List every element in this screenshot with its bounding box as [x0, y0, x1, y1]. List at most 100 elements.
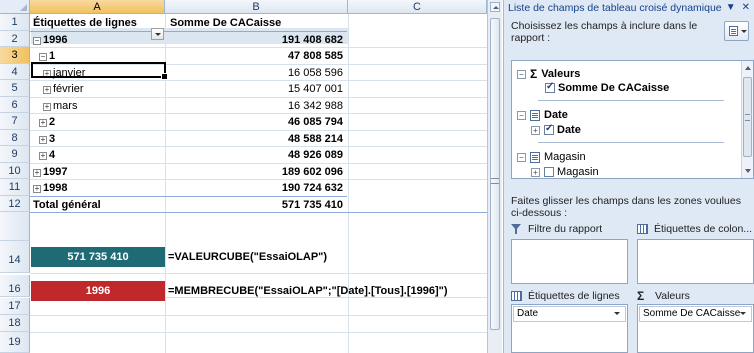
columns-zone-label: Étiquettes de colon...	[637, 223, 752, 235]
value-cell[interactable]: 191 408 682	[166, 32, 347, 49]
column-header-c[interactable]: C	[348, 0, 487, 14]
date-checkbox[interactable]	[544, 123, 554, 135]
values-header[interactable]: Somme De CACaisse	[166, 15, 347, 32]
expand-icon[interactable]: +	[531, 167, 540, 177]
sheet-vertical-scrollbar[interactable]	[487, 0, 502, 353]
pivot-row-label[interactable]: +4	[33, 147, 164, 164]
row-label-text: 2	[49, 116, 56, 128]
value-cell[interactable]: 189 602 096	[166, 164, 347, 181]
expand-icon[interactable]: +	[39, 119, 47, 127]
values-group[interactable]: − Σ Valeurs	[517, 67, 580, 81]
pivot-row-label[interactable]: +2	[33, 114, 164, 131]
spreadsheet[interactable]: A B C 1 Étiquettes de lignes Somme De CACa…	[0, 0, 487, 353]
field-list-scrollbar[interactable]	[741, 61, 753, 178]
chevron-down-icon[interactable]	[614, 312, 620, 315]
collapse-icon[interactable]: −	[517, 110, 526, 120]
value-cell[interactable]: 571 735 410	[166, 197, 347, 214]
column-labels-icon	[637, 224, 648, 234]
pane-splitter[interactable]	[504, 182, 754, 191]
expand-icon[interactable]: +	[43, 86, 51, 94]
row-header[interactable]: 1	[0, 14, 30, 31]
magasin-field-label: Magasin	[557, 166, 599, 178]
value-cell[interactable]: 48 588 214	[166, 131, 347, 148]
row-label-text: 1997	[43, 165, 68, 178]
layout-options-button[interactable]	[724, 21, 749, 41]
grip-icon	[491, 178, 499, 184]
pivot-row-label[interactable]: Étiquettes de lignes	[33, 15, 164, 32]
expand-icon[interactable]: +	[33, 168, 41, 177]
row-label-text: mars	[53, 99, 78, 112]
collapse-icon[interactable]: −	[517, 69, 526, 79]
row-header[interactable]: 9	[0, 146, 30, 163]
magasin-checkbox[interactable]	[544, 167, 554, 177]
somme-checkbox[interactable]	[545, 81, 555, 93]
pivot-row-label[interactable]: −1996	[33, 32, 164, 49]
cube-value-formula[interactable]: =VALEURCUBE("EssaiOLAP")	[168, 251, 327, 263]
row-labels-icon	[511, 291, 522, 301]
row-header[interactable]: 10	[0, 162, 30, 179]
magasin-group[interactable]: − Magasin	[517, 151, 586, 163]
row-header[interactable]: 18	[0, 315, 30, 332]
row-labels-filter-button[interactable]	[151, 28, 164, 40]
filter-drop-zone[interactable]	[511, 239, 628, 284]
value-cell[interactable]: 190 724 632	[166, 180, 347, 197]
row-header[interactable]: 2	[0, 30, 30, 47]
close-icon[interactable]: ✕	[742, 2, 750, 13]
pivot-row-label[interactable]: + février	[33, 81, 164, 98]
row-header[interactable]: 11	[0, 179, 30, 196]
field-list[interactable]: − Σ Valeurs Somme De CACaisse − Date + D…	[511, 60, 754, 179]
table-icon	[530, 109, 540, 121]
select-all-corner[interactable]	[0, 0, 30, 14]
chevron-down-icon[interactable]	[740, 312, 746, 315]
pivot-row-label[interactable]: +3	[33, 131, 164, 148]
value-cell[interactable]: 47 808 585	[166, 48, 347, 65]
row-header[interactable]: 19	[0, 332, 30, 353]
row-header[interactable]: 7	[0, 113, 30, 130]
scroll-thumb[interactable]	[490, 18, 500, 330]
row-header[interactable]: 16	[0, 275, 30, 297]
date-group[interactable]: − Date	[517, 109, 568, 121]
row-header[interactable]: 14	[0, 241, 30, 273]
value-cell[interactable]: 46 085 794	[166, 114, 347, 131]
collapse-icon[interactable]: −	[33, 36, 41, 45]
value-cell[interactable]: 48 926 089	[166, 147, 347, 164]
column-header-a[interactable]: A	[30, 0, 165, 14]
expand-icon[interactable]: +	[39, 152, 47, 160]
collapse-icon[interactable]: −	[39, 53, 47, 61]
pane-menu-chevron-icon[interactable]: ▼	[726, 2, 736, 13]
field-item-magasin[interactable]: + Magasin	[531, 166, 599, 178]
expand-icon[interactable]: +	[33, 185, 41, 193]
row-label-text: février	[53, 83, 84, 95]
expand-icon[interactable]: +	[531, 125, 540, 135]
pivot-row-label[interactable]: + mars	[33, 98, 164, 115]
columns-drop-zone[interactable]	[637, 239, 754, 284]
column-header-b[interactable]: B	[165, 0, 348, 14]
cube-value-cell[interactable]: 571 735 410	[31, 247, 165, 267]
pivot-row-label[interactable]: Total général	[33, 197, 164, 214]
row-header[interactable]: 6	[0, 96, 30, 113]
field-item-somme[interactable]: Somme De CACaisse	[545, 81, 669, 94]
rows-zone-date-field[interactable]: Date	[513, 306, 626, 322]
scroll-up-arrow-icon[interactable]	[490, 2, 500, 12]
expand-icon[interactable]: +	[43, 102, 51, 111]
row-header[interactable]	[0, 212, 30, 241]
pivot-row-label[interactable]: +1997	[33, 164, 164, 181]
value-cell[interactable]: 16 342 988	[166, 98, 347, 115]
values-zone-somme-field[interactable]: Somme De CACaisse	[639, 306, 752, 322]
layout-icon	[729, 26, 738, 36]
cube-member-cell[interactable]: 1996	[31, 281, 165, 301]
row-header[interactable]: 12	[0, 195, 30, 212]
row-header[interactable]: 5	[0, 80, 30, 97]
row-header[interactable]: 8	[0, 129, 30, 146]
cube-member-formula[interactable]: =MEMBRECUBE("EssaiOLAP";"[Date].[Tous].[…	[168, 285, 448, 297]
row-header[interactable]: 4	[0, 63, 30, 80]
field-item-date[interactable]: + Date	[531, 123, 581, 136]
value-cell[interactable]: 15 407 001	[166, 81, 347, 98]
row-header[interactable]: 17	[0, 298, 30, 315]
row-header[interactable]: 3	[0, 47, 30, 64]
row-label-text: 3	[49, 132, 56, 145]
value-cell[interactable]: 16 058 596	[166, 65, 347, 82]
pivot-row-label[interactable]: +1998	[33, 180, 164, 197]
expand-icon[interactable]: +	[39, 135, 47, 144]
collapse-icon[interactable]: −	[517, 152, 526, 162]
